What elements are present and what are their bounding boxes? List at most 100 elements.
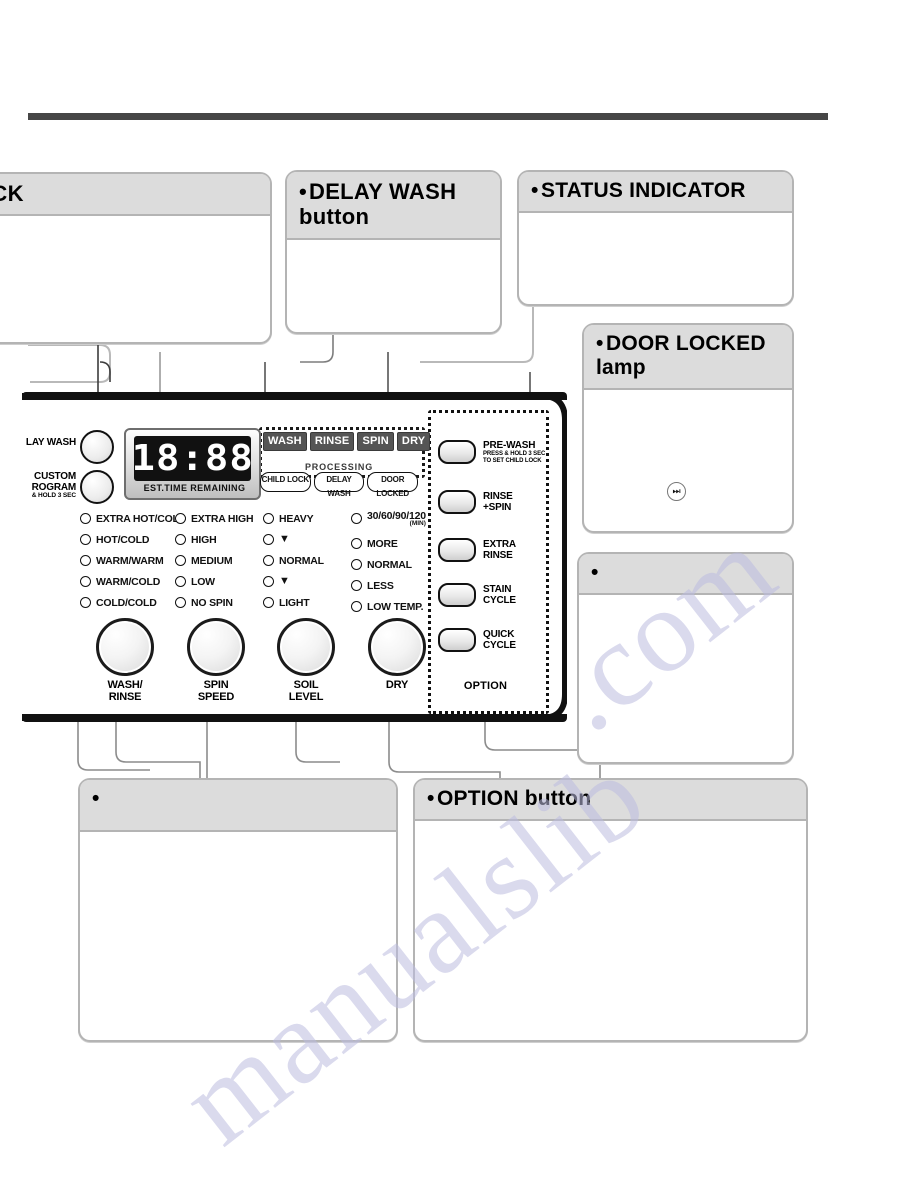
- rinse-spin-line1: RINSE: [483, 491, 513, 502]
- knob-label-line1: SOIL: [293, 679, 319, 691]
- knob-wash-rinse[interactable]: WASH/ RINSE: [88, 618, 162, 703]
- option-row[interactable]: ▼: [263, 529, 351, 550]
- option-label: EXTRA HOT/COLD: [96, 512, 187, 525]
- stain-cycle-button-cap[interactable]: [438, 583, 476, 607]
- knob-soil-level[interactable]: SOIL LEVEL: [269, 618, 343, 703]
- option-button-stain-cycle[interactable]: STAIN CYCLE: [438, 583, 516, 607]
- option-row[interactable]: EXTRA HOT/COLD: [80, 508, 187, 529]
- option-row[interactable]: NORMAL: [263, 550, 351, 571]
- option-label: HOT/COLD: [96, 533, 150, 546]
- knob-spin-speed[interactable]: SPIN SPEED: [179, 618, 253, 703]
- option-row[interactable]: HOT/COLD: [80, 529, 185, 550]
- bullet-icon: •: [427, 787, 435, 810]
- callout-child-lock[interactable]: OCK: [0, 172, 272, 344]
- option-label: NORMAL: [367, 558, 412, 571]
- down-arrow-icon: ▼: [279, 575, 290, 587]
- button-delay-wash-panel[interactable]: [80, 430, 114, 464]
- option-row[interactable]: COLD/COLD: [80, 592, 185, 613]
- radio-icon[interactable]: [80, 534, 91, 545]
- wash-rinse-knob-dial[interactable]: [96, 618, 154, 676]
- custom-program-button-cap[interactable]: [80, 470, 114, 504]
- option-row[interactable]: MEDIUM: [175, 550, 263, 571]
- soil-level-knob-label: SOIL LEVEL: [269, 679, 343, 703]
- processing-indicator-group: WASH RINSE SPIN DRY: [263, 432, 431, 464]
- option-button-rinse-spin[interactable]: RINSE +SPIN: [438, 490, 513, 514]
- radio-icon[interactable]: [351, 580, 362, 591]
- pre-wash-line1: PRE-WASH: [483, 440, 536, 451]
- extra-rinse-button-label: EXTRA RINSE: [483, 539, 516, 561]
- time-display-module: 18:88 EST.TIME REMAINING: [124, 428, 261, 500]
- bullet-icon: •: [596, 332, 604, 355]
- radio-icon[interactable]: [175, 576, 186, 587]
- radio-icon[interactable]: [175, 597, 186, 608]
- stain-cycle-line1: STAIN: [483, 584, 512, 595]
- option-row[interactable]: HEAVY: [263, 508, 351, 529]
- status-pill-door-locked: DOOR LOCKED: [367, 472, 419, 498]
- radio-icon[interactable]: [351, 513, 362, 524]
- extra-rinse-button-cap[interactable]: [438, 538, 476, 562]
- radio-icon[interactable]: [175, 555, 186, 566]
- option-label: WARM/WARM: [96, 554, 164, 567]
- radio-icon[interactable]: [263, 597, 274, 608]
- spin-speed-knob-dial[interactable]: [187, 618, 245, 676]
- callout-door-locked-lamp[interactable]: • DOOR LOCKED lamp ⏭: [582, 323, 794, 533]
- radio-icon[interactable]: [175, 534, 186, 545]
- callout-delay-wash[interactable]: •DELAY WASH button: [285, 170, 502, 334]
- radio-icon[interactable]: [80, 555, 91, 566]
- extra-rinse-line1: EXTRA: [483, 539, 516, 550]
- knob-dry[interactable]: DRY: [360, 618, 434, 692]
- radio-icon[interactable]: [80, 576, 91, 587]
- option-label: NO SPIN: [191, 596, 233, 609]
- option-row[interactable]: HIGH: [175, 529, 263, 550]
- delay-wash-button-cap[interactable]: [80, 430, 114, 464]
- option-row[interactable]: ▼: [263, 571, 351, 592]
- radio-icon[interactable]: [351, 559, 362, 570]
- soil-level-knob-dial[interactable]: [277, 618, 335, 676]
- option-row[interactable]: EXTRA HIGH: [175, 508, 263, 529]
- option-button-quick-cycle[interactable]: QUICK CYCLE: [438, 628, 516, 652]
- quick-cycle-button-cap[interactable]: [438, 628, 476, 652]
- radio-icon[interactable]: [175, 513, 186, 524]
- callout-child-lock-title: OCK: [0, 181, 24, 206]
- knob-label-line2: LEVEL: [288, 690, 324, 703]
- option-row[interactable]: NO SPIN: [175, 592, 263, 613]
- quick-cycle-line2: CYCLE: [483, 640, 516, 651]
- option-row[interactable]: WARM/COLD: [80, 571, 185, 592]
- control-panel-bottom-edge: [22, 714, 567, 722]
- pre-wash-sub2: TO SET CHILD LOCK: [483, 457, 542, 464]
- radio-icon[interactable]: [263, 576, 274, 587]
- radio-icon[interactable]: [263, 555, 274, 566]
- option-row[interactable]: WARM/WARM: [80, 550, 185, 571]
- processing-chip-spin: SPIN: [357, 432, 394, 451]
- button-custom-program-panel[interactable]: [80, 470, 114, 504]
- bullet-icon: •: [591, 561, 599, 584]
- rinse-spin-button-cap[interactable]: [438, 490, 476, 514]
- radio-icon[interactable]: [80, 597, 91, 608]
- knob-label-line1: DRY: [385, 679, 409, 691]
- option-row[interactable]: LOW: [175, 571, 263, 592]
- quick-cycle-button-label: QUICK CYCLE: [483, 629, 516, 651]
- option-column-wash-rinse: EXTRA HOT/COLD HOT/COLD WARM/WARM WARM/C…: [80, 508, 187, 613]
- callout-unlabeled-bottom-left[interactable]: •: [78, 778, 398, 1042]
- processing-chip-wash: WASH: [263, 432, 307, 451]
- callout-status-indicator[interactable]: • STATUS INDICATOR: [517, 170, 794, 306]
- callout-unlabeled-right[interactable]: •: [577, 552, 794, 764]
- dry-knob-dial[interactable]: [368, 618, 426, 676]
- pre-wash-sub1: PRESS & HOLD 3 SEC: [483, 451, 546, 457]
- rinse-spin-line2: +SPIN: [483, 502, 512, 513]
- lcd-screen: 18:88: [131, 436, 253, 481]
- radio-icon[interactable]: [263, 513, 274, 524]
- option-button-pre-wash[interactable]: PRE-WASH PRESS & HOLD 3 SEC TO SET CHILD…: [438, 440, 545, 465]
- radio-icon[interactable]: [351, 538, 362, 549]
- delay-wash-button-label: LAY WASH: [25, 437, 76, 448]
- radio-icon[interactable]: [351, 601, 362, 612]
- option-row[interactable]: LIGHT: [263, 592, 351, 613]
- pre-wash-button-cap[interactable]: [438, 440, 476, 465]
- option-column-soil-level: HEAVY ▼ NORMAL ▼ LIGHT: [263, 508, 351, 613]
- callout-option-button[interactable]: • OPTION button: [413, 778, 808, 1042]
- option-button-extra-rinse[interactable]: EXTRA RINSE: [438, 538, 516, 562]
- option-label: LOW: [191, 575, 215, 588]
- radio-icon[interactable]: [263, 534, 274, 545]
- callout-option-button-header: • OPTION button: [415, 780, 806, 822]
- radio-icon[interactable]: [80, 513, 91, 524]
